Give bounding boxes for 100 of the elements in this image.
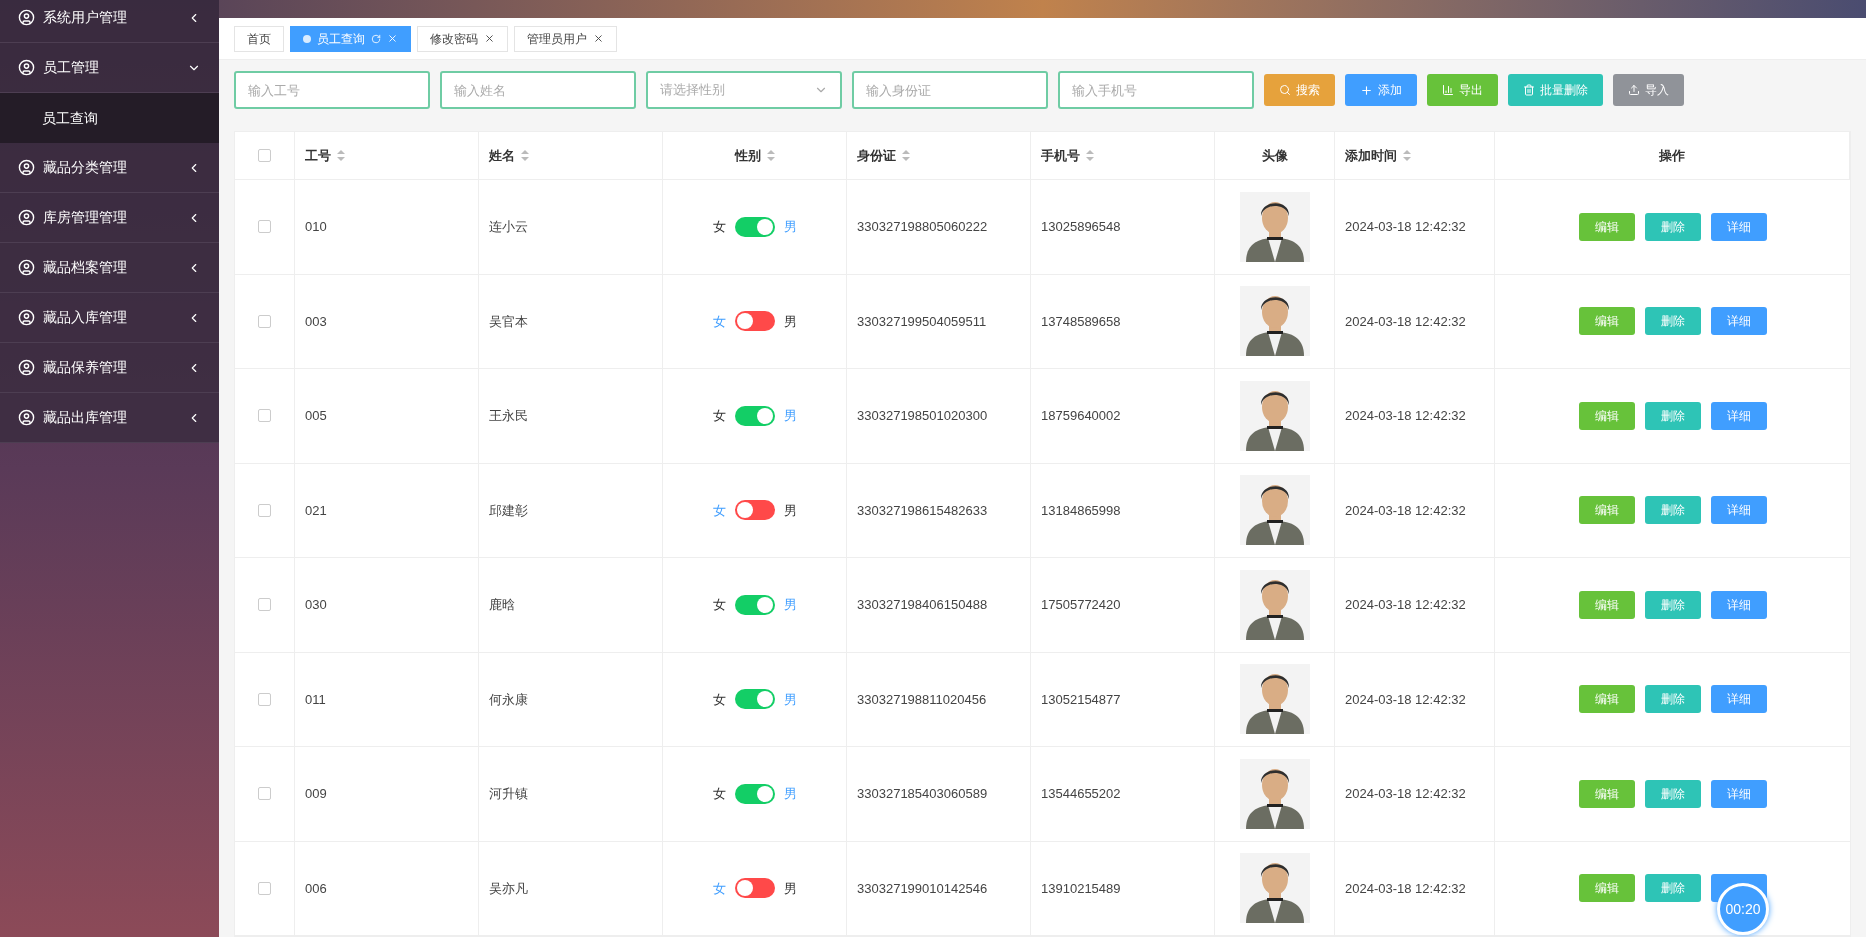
switch-label: 女 — [712, 501, 726, 520]
column-header: 添加时间 — [1345, 146, 1397, 165]
submenu-item[interactable]: 员工查询 — [0, 93, 219, 143]
gender-switch[interactable] — [734, 689, 775, 710]
table-cell-text: 2024-03-18 12:42:32 — [1345, 596, 1466, 614]
checkbox[interactable] — [258, 692, 271, 706]
toolbar-button[interactable]: 搜索 — [1264, 74, 1335, 106]
bar-chart-icon — [1442, 84, 1454, 96]
toolbar-button[interactable]: 导入 — [1613, 74, 1684, 106]
tab[interactable]: 员工查询 — [290, 25, 411, 52]
column-header: 身份证 — [857, 146, 896, 165]
avatar-icon — [1239, 569, 1310, 640]
gender-switch[interactable] — [734, 594, 775, 615]
action-button[interactable]: 删除 — [1644, 307, 1701, 336]
table-cell-text: 009 — [305, 785, 327, 803]
menu-item[interactable]: 藏品保养管理 — [0, 343, 219, 393]
table-cell-text: 何永康 — [489, 690, 528, 709]
table-cell-text: 330327198615482633 — [857, 501, 988, 520]
action-button[interactable]: 编辑 — [1578, 685, 1635, 714]
action-button[interactable]: 编辑 — [1578, 401, 1635, 430]
sort-icon[interactable] — [1403, 150, 1411, 161]
toolbar-button[interactable]: 添加 — [1345, 74, 1417, 106]
search-icon — [1279, 84, 1291, 96]
input-field[interactable]: 输入工号 — [234, 71, 430, 109]
checkbox[interactable] — [258, 598, 271, 612]
menu-item[interactable]: 藏品入库管理 — [0, 293, 219, 343]
action-button[interactable]: 详细 — [1710, 496, 1767, 525]
action-button[interactable]: 编辑 — [1578, 874, 1635, 903]
refresh-icon[interactable] — [371, 33, 381, 44]
menu-item[interactable]: 藏品出库管理 — [0, 393, 219, 443]
switch-label: 男 — [783, 596, 797, 614]
tab[interactable]: 管理员用户 — [514, 25, 617, 52]
user-icon — [18, 209, 35, 226]
table-cell-text: 邱建彰 — [489, 501, 528, 520]
action-button[interactable]: 详细 — [1710, 212, 1767, 241]
input-field[interactable]: 输入姓名 — [440, 71, 636, 109]
switch-label: 女 — [712, 407, 726, 425]
table-cell-text: 河升镇 — [489, 785, 528, 803]
action-button[interactable]: 详细 — [1710, 685, 1767, 714]
gender-switch[interactable] — [734, 311, 775, 332]
table-cell-text: 330327198406150488 — [857, 596, 988, 614]
upload-icon — [1628, 84, 1640, 96]
tab[interactable]: 首页 — [234, 25, 284, 52]
table-cell-text: 吴亦凡 — [489, 879, 528, 898]
sort-icon[interactable] — [521, 150, 529, 161]
close-icon[interactable] — [484, 33, 495, 44]
sort-icon[interactable] — [337, 150, 345, 161]
checkbox[interactable] — [258, 881, 271, 895]
close-icon[interactable] — [593, 33, 604, 44]
avatar-icon — [1239, 758, 1310, 829]
checkbox[interactable] — [258, 503, 271, 517]
menu-item[interactable]: 藏品档案管理 — [0, 243, 219, 293]
sort-icon[interactable] — [766, 150, 775, 161]
checkbox[interactable] — [258, 220, 271, 234]
action-button[interactable]: 详细 — [1710, 307, 1767, 336]
table-cell-text: 鹿晗 — [489, 596, 515, 614]
switch-label: 男 — [783, 501, 797, 520]
input-field[interactable]: 输入手机号 — [1058, 71, 1254, 109]
switch-label: 女 — [712, 879, 726, 898]
gender-switch[interactable] — [734, 783, 775, 804]
action-button[interactable]: 删除 — [1644, 874, 1701, 903]
gender-switch[interactable] — [734, 878, 775, 899]
checkbox[interactable] — [258, 149, 271, 162]
action-button[interactable]: 删除 — [1644, 779, 1701, 808]
table-cell-text: 吴官本 — [489, 312, 528, 331]
checkbox[interactable] — [258, 314, 271, 328]
avatar-icon — [1239, 191, 1310, 262]
sort-icon[interactable] — [1086, 150, 1094, 161]
menu-item[interactable]: 藏品分类管理 — [0, 143, 219, 193]
gender-switch[interactable] — [734, 500, 775, 521]
toolbar-button[interactable]: 批量删除 — [1508, 74, 1603, 106]
action-button[interactable]: 删除 — [1644, 496, 1701, 525]
checkbox[interactable] — [258, 787, 271, 801]
table-cell-text: 2024-03-18 12:42:32 — [1345, 218, 1466, 236]
sort-icon[interactable] — [902, 150, 910, 161]
switch-label: 女 — [712, 785, 726, 803]
action-button[interactable]: 详细 — [1710, 779, 1767, 808]
table-cell-text: 005 — [305, 407, 327, 425]
action-button[interactable]: 详细 — [1710, 590, 1767, 619]
action-button[interactable]: 编辑 — [1578, 212, 1635, 241]
action-button[interactable]: 详细 — [1710, 401, 1767, 430]
action-button[interactable]: 编辑 — [1578, 590, 1635, 619]
action-button[interactable]: 编辑 — [1578, 779, 1635, 808]
tab[interactable]: 修改密码 — [417, 25, 508, 52]
action-button[interactable]: 删除 — [1644, 212, 1701, 241]
action-button[interactable]: 删除 — [1644, 590, 1701, 619]
table-cell-text: 021 — [305, 501, 327, 520]
plus-icon — [1360, 83, 1373, 97]
gender-switch[interactable] — [734, 405, 775, 426]
action-button[interactable]: 编辑 — [1578, 307, 1635, 336]
action-button[interactable]: 删除 — [1644, 401, 1701, 430]
gender-switch[interactable] — [734, 216, 775, 237]
action-button[interactable]: 删除 — [1644, 685, 1701, 714]
input-field[interactable]: 输入身份证 — [852, 71, 1048, 109]
gender-select[interactable]: 请选择性别 — [646, 71, 842, 109]
menu-item[interactable]: 库房管理管理 — [0, 193, 219, 243]
toolbar-button[interactable]: 导出 — [1427, 74, 1498, 106]
menu-item[interactable]: 员工管理 — [0, 43, 219, 93]
checkbox[interactable] — [258, 409, 271, 423]
action-button[interactable]: 编辑 — [1578, 496, 1635, 525]
